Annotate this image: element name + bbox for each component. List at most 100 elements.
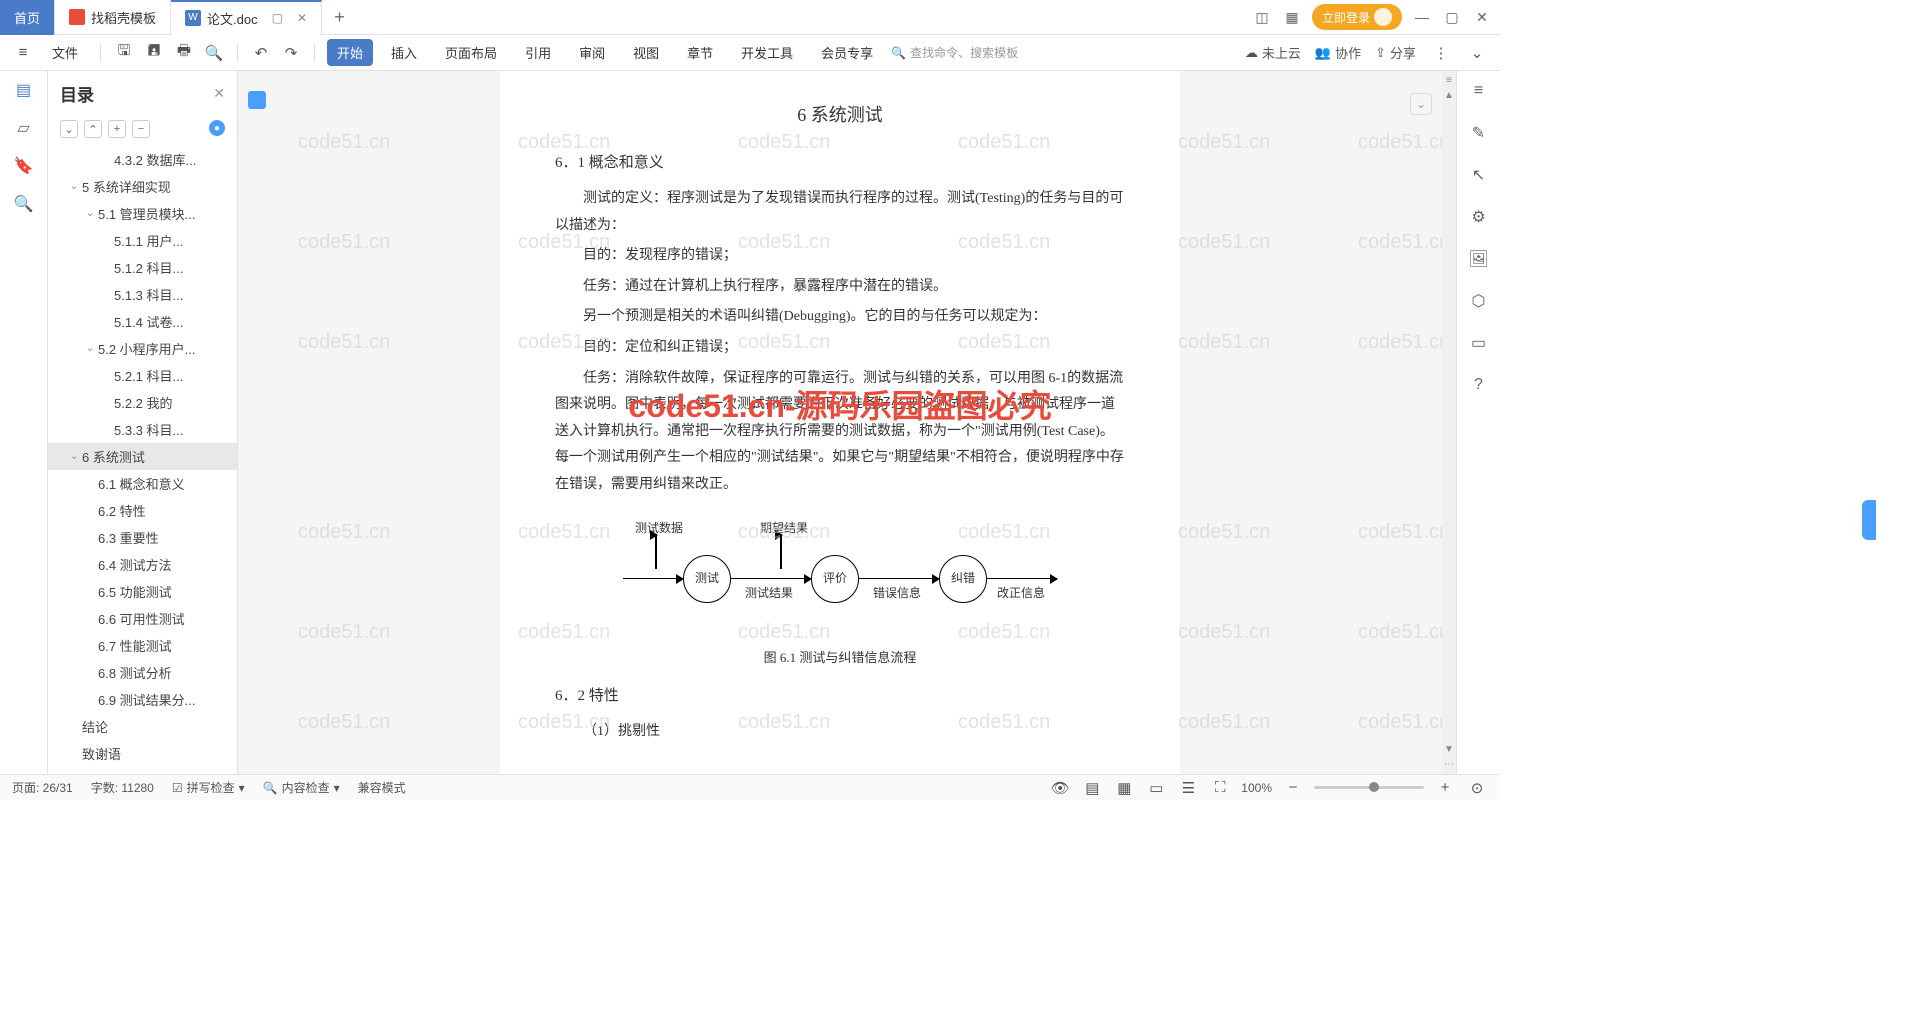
outline-node[interactable]: 5.1.1 用户... [48,227,237,254]
tab-template[interactable]: 找稻壳模板 [55,0,171,35]
save-icon[interactable]: 🖫 [113,42,135,64]
outline-node[interactable]: 结论 [48,713,237,740]
outline-close-icon[interactable]: ✕ [213,85,225,102]
outline-rail-icon[interactable]: ▤ [13,79,35,101]
share-button[interactable]: ⇪ 分享 [1375,43,1416,62]
outline-node[interactable]: 6.2 特性 [48,497,237,524]
close-window-icon[interactable]: ✕ [1472,7,1492,27]
view-eye-icon[interactable]: 👁 [1049,777,1071,799]
scroll-more-icon[interactable]: ⋯ [1444,759,1454,770]
outline-node[interactable]: 5.1.2 科目... [48,254,237,281]
nav-rail-icon[interactable]: ▱ [13,117,35,139]
bookmark-rail-icon[interactable]: 🔖 [13,155,35,177]
outline-node[interactable]: ⌄5.2 小程序用户... [48,335,237,362]
more-icon[interactable]: ⋮ [1430,42,1452,64]
outline-node[interactable]: 6.7 性能测试 [48,632,237,659]
outline-node[interactable]: ⌄5 系统详细实现 [48,173,237,200]
minimize-icon[interactable]: — [1412,7,1432,27]
menu-section[interactable]: 章节 [677,39,723,66]
page-count[interactable]: 页面: 26/31 [12,779,73,796]
shield-icon[interactable]: ⬡ [1469,291,1489,311]
menu-vip[interactable]: 会员专享 [811,39,883,66]
view-read-icon[interactable]: ☰ [1177,777,1199,799]
scroll-up-icon[interactable]: ▲ [1444,90,1454,101]
outline-node[interactable]: 6.1 概念和意义 [48,470,237,497]
page-marker-icon[interactable] [248,91,266,109]
command-search[interactable]: 🔍 查找命令、搜索模板 [891,44,1018,61]
print-icon[interactable]: 🖶 [173,42,195,64]
outline-node[interactable]: 5.2.2 我的 [48,389,237,416]
outline-badge[interactable]: ● [209,120,225,136]
zoom-menu-icon[interactable]: ⊙ [1466,777,1488,799]
zoom-value[interactable]: 100% [1241,781,1272,795]
outline-node[interactable]: 6.9 测试结果分... [48,686,237,713]
spellcheck-button[interactable]: ☑ 拼写检查 ▾ [172,779,245,796]
help-icon[interactable]: ? [1469,375,1489,395]
outline-node[interactable]: 6.3 重要性 [48,524,237,551]
fit-icon[interactable]: ⛶ [1209,777,1231,799]
layout-icon[interactable]: ◫ [1252,7,1272,27]
outline-node[interactable]: 4.3.2 数据库... [48,146,237,173]
search-rail-icon[interactable]: 🔍 [13,193,35,215]
apps-icon[interactable]: ▦ [1282,7,1302,27]
outline-node[interactable]: 参考文献 [48,767,237,774]
outline-node[interactable]: 5.2.1 科目... [48,362,237,389]
image-icon[interactable]: 🖼 [1469,249,1489,269]
view-outline-icon[interactable]: ▭ [1145,777,1167,799]
menu-dev[interactable]: 开发工具 [731,39,803,66]
scroll-menu-icon[interactable]: ≡ [1446,75,1452,86]
view-print-icon[interactable]: ▤ [1081,777,1103,799]
undo-icon[interactable]: ↶ [250,42,272,64]
outline-node[interactable]: ⌄5.1 管理员模块... [48,200,237,227]
redo-icon[interactable]: ↷ [280,42,302,64]
collab-button[interactable]: 👥 协作 [1315,43,1361,62]
cursor-icon[interactable]: ↖ [1469,165,1489,185]
outline-node[interactable]: 6.6 可用性测试 [48,605,237,632]
menu-start[interactable]: 开始 [327,39,373,66]
outline-node[interactable]: 5.1.3 科目... [48,281,237,308]
tab-close-icon[interactable]: ✕ [297,11,307,25]
login-button[interactable]: 立即登录 [1312,4,1402,30]
hamburger-icon[interactable]: ≡ [1469,81,1489,101]
document-area[interactable]: ⌄ 6 系统测试 6．1 概念和意义 测试的定义：程序测试是为了发现错误而执行程… [238,71,1442,774]
outline-node[interactable]: 6.5 功能测试 [48,578,237,605]
word-count[interactable]: 字数: 11280 [91,779,154,796]
preview-icon[interactable]: 🔍 [203,42,225,64]
new-tab-button[interactable]: + [322,7,357,28]
menu-icon[interactable]: ≡ [12,42,34,64]
zoom-out-icon[interactable]: − [1282,777,1304,799]
save-as-icon[interactable]: 🖪 [143,42,165,64]
outline-node[interactable]: ⌄6 系统测试 [48,443,237,470]
collapse-all-icon[interactable]: ⌄ [60,120,78,138]
scrollbar[interactable]: ≡ ▲ ▼ ⋯ [1442,71,1456,774]
tab-document[interactable]: W 论文.doc ▢ ✕ [171,0,322,35]
reader-icon[interactable]: ▭ [1469,333,1489,353]
zoom-slider[interactable] [1314,786,1424,789]
outline-node[interactable]: 6.4 测试方法 [48,551,237,578]
outline-node[interactable]: 5.1.4 试卷... [48,308,237,335]
menu-reference[interactable]: 引用 [515,39,561,66]
file-menu[interactable]: 文件 [42,39,88,66]
outline-node[interactable]: 致谢语 [48,740,237,767]
view-web-icon[interactable]: ▦ [1113,777,1135,799]
settings-slider-icon[interactable]: ⚙ [1469,207,1489,227]
page-options-icon[interactable]: ⌄ [1410,93,1432,115]
compat-mode[interactable]: 兼容模式 [358,779,406,796]
add-node-icon[interactable]: + [108,120,126,138]
remove-node-icon[interactable]: − [132,120,150,138]
menu-view[interactable]: 视图 [623,39,669,66]
cloud-status[interactable]: ☁ 未上云 [1245,43,1301,62]
pencil-icon[interactable]: ✎ [1469,123,1489,143]
expand-all-icon[interactable]: ⌃ [84,120,102,138]
zoom-in-icon[interactable]: + [1434,777,1456,799]
maximize-icon[interactable]: ▢ [1442,7,1462,27]
tab-restore-icon[interactable]: ▢ [272,11,283,25]
collapse-ribbon-icon[interactable]: ⌄ [1466,42,1488,64]
menu-insert[interactable]: 插入 [381,39,427,66]
menu-layout[interactable]: 页面布局 [435,39,507,66]
tab-home[interactable]: 首页 [0,0,55,35]
outline-node[interactable]: 5.3.3 科目... [48,416,237,443]
outline-node[interactable]: 6.8 测试分析 [48,659,237,686]
menu-review[interactable]: 审阅 [569,39,615,66]
scroll-down-icon[interactable]: ▼ [1444,744,1454,755]
